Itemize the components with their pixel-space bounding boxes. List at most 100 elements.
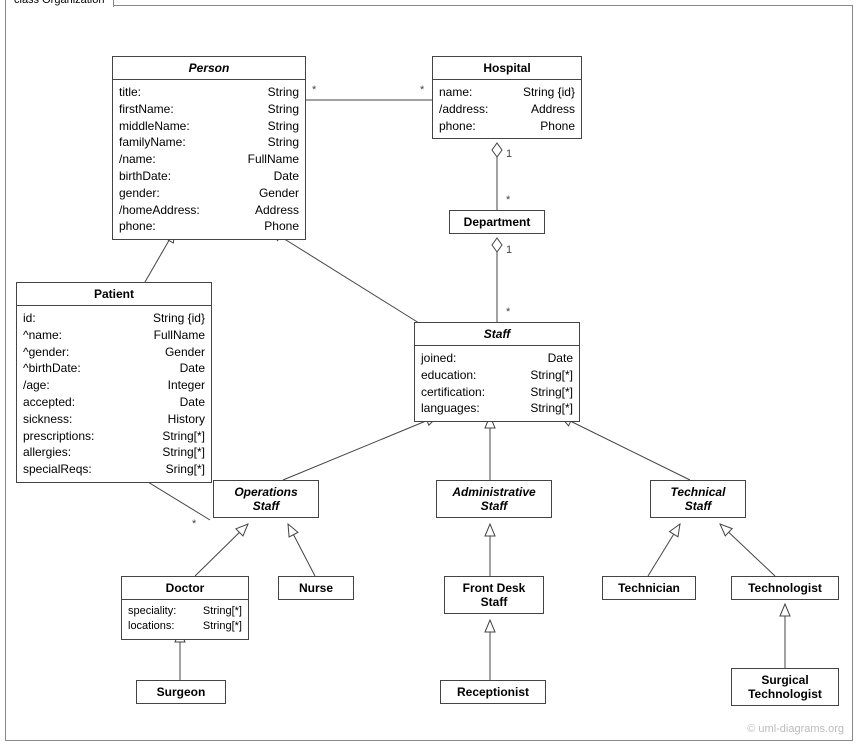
class-hospital: Hospital name:String {id}/address: Addres… (432, 56, 582, 139)
attribute-name: middleName: (119, 118, 190, 135)
attribute-row: /address: Address (439, 101, 575, 118)
attribute-name: /name: (119, 151, 156, 168)
attribute-type: Phone (264, 218, 299, 235)
class-operations-staff-name-2: Staff (220, 499, 312, 513)
attribute-type: History (168, 411, 205, 428)
class-patient-body: id:String {id}^name:FullName^gender:Gend… (17, 306, 211, 482)
class-nurse: Nurse (278, 576, 354, 600)
class-front-desk-staff-name-1: Front Desk (451, 581, 537, 595)
attribute-row: name:String {id} (439, 84, 575, 101)
class-doctor: Doctor speciality: String[*]locations: Str… (121, 576, 249, 640)
attribute-name: phone: (439, 118, 476, 135)
class-person-body: title:StringfirstName:StringmiddleName:S… (113, 80, 305, 239)
attribute-row: ^name:FullName (23, 327, 205, 344)
attribute-row: languages:String[*] (421, 400, 573, 417)
attribute-row: locations: String[*] (128, 619, 242, 634)
class-receptionist-name: Receptionist (441, 681, 545, 703)
attribute-name: firstName: (119, 101, 174, 118)
attribute-row: phone:Phone (119, 218, 299, 235)
mult-person-hospital-right: * (420, 84, 424, 96)
class-hospital-body: name:String {id}/address: Address phone: Ph… (433, 80, 581, 138)
mult-hospital-dept-top: 1 (506, 148, 512, 160)
class-technical-staff-name-1: Technical (657, 485, 739, 499)
class-surgeon-name: Surgeon (137, 681, 225, 703)
attribute-row: education:String[*] (421, 367, 573, 384)
attribute-type: Gender (165, 344, 205, 361)
attribute-type: Integer (168, 377, 205, 394)
attribute-row: ^gender:Gender (23, 344, 205, 361)
attribute-type: String[*] (203, 619, 242, 634)
class-person-name: Person (113, 57, 305, 80)
attribute-row: sickness: History (23, 411, 205, 428)
attribute-name: locations: (128, 619, 174, 634)
class-staff-name: Staff (415, 323, 579, 346)
attribute-row: accepted: Date (23, 394, 205, 411)
attribute-type: Gender (259, 185, 299, 202)
class-department: Department (449, 210, 545, 234)
class-technical-staff-name-2: Staff (657, 499, 739, 513)
attribute-name: accepted: (23, 394, 75, 411)
attribute-row: familyName: String (119, 134, 299, 151)
class-technical-staff-name: Technical Staff (651, 481, 745, 517)
attribute-type: String (268, 84, 299, 101)
attribute-row: specialReqs:Sring[*] (23, 461, 205, 478)
attribute-name: education: (421, 367, 476, 384)
attribute-name: /address: (439, 101, 488, 118)
class-department-name: Department (450, 211, 544, 233)
class-operations-staff: Operations Staff (213, 480, 319, 518)
attribute-name: familyName: (119, 134, 186, 151)
mult-dept-staff-bottom: * (506, 306, 510, 318)
attribute-type: Date (180, 360, 205, 377)
attribute-name: certification: (421, 384, 485, 401)
attribute-row: birthDate:Date (119, 168, 299, 185)
class-administrative-staff-name-1: Administrative (443, 485, 545, 499)
class-surgical-technologist-name-2: Technologist (738, 687, 832, 701)
attribute-row: firstName:String (119, 101, 299, 118)
class-staff-body: joined:Dateeducation:String[*]certificat… (415, 346, 579, 421)
mult-patient-ops-ops: * (192, 518, 196, 530)
attribute-name: joined: (421, 350, 456, 367)
mult-hospital-dept-bottom: * (506, 194, 510, 206)
class-hospital-name: Hospital (433, 57, 581, 80)
attribute-name: allergies: (23, 444, 71, 461)
class-technologist: Technologist (731, 576, 839, 600)
attribute-type: String[*] (162, 444, 205, 461)
attribute-row: middleName:String (119, 118, 299, 135)
attribute-name: prescriptions: (23, 428, 94, 445)
class-person: Person title:StringfirstName:Stringmiddl… (112, 56, 306, 240)
class-receptionist: Receptionist (440, 680, 546, 704)
mult-person-hospital-left: * (312, 84, 316, 96)
class-technician: Technician (602, 576, 696, 600)
attribute-name: sickness: (23, 411, 72, 428)
attribute-row: prescriptions:String[*] (23, 428, 205, 445)
attribute-row: /homeAddress:Address (119, 202, 299, 219)
class-doctor-name: Doctor (122, 577, 248, 600)
frame-label: class Organization (5, 0, 114, 7)
attribute-type: String {id} (523, 84, 575, 101)
attribute-row: phone: Phone (439, 118, 575, 135)
attribute-row: certification:String[*] (421, 384, 573, 401)
attribute-type: Date (180, 394, 205, 411)
class-patient-name: Patient (17, 283, 211, 306)
attribute-type: Address (255, 202, 299, 219)
class-operations-staff-name-1: Operations (220, 485, 312, 499)
attribute-row: id:String {id} (23, 310, 205, 327)
class-operations-staff-name: Operations Staff (214, 481, 318, 517)
class-patient: Patient id:String {id}^name:FullName^gen… (16, 282, 212, 483)
class-technician-name: Technician (603, 577, 695, 599)
attribute-name: specialReqs: (23, 461, 92, 478)
attribute-type: Phone (540, 118, 575, 135)
class-technical-staff: Technical Staff (650, 480, 746, 518)
class-technologist-name: Technologist (732, 577, 838, 599)
class-nurse-name: Nurse (279, 577, 353, 599)
attribute-type: String (268, 134, 299, 151)
attribute-type: Address (531, 101, 575, 118)
class-doctor-body: speciality: String[*]locations: String[*] (122, 600, 248, 639)
attribute-row: gender: Gender (119, 185, 299, 202)
attribute-name: speciality: (128, 604, 176, 619)
attribute-row: allergies: String[*] (23, 444, 205, 461)
attribute-name: gender: (119, 185, 160, 202)
class-administrative-staff-name-2: Staff (443, 499, 545, 513)
attribute-name: title: (119, 84, 141, 101)
class-surgeon: Surgeon (136, 680, 226, 704)
